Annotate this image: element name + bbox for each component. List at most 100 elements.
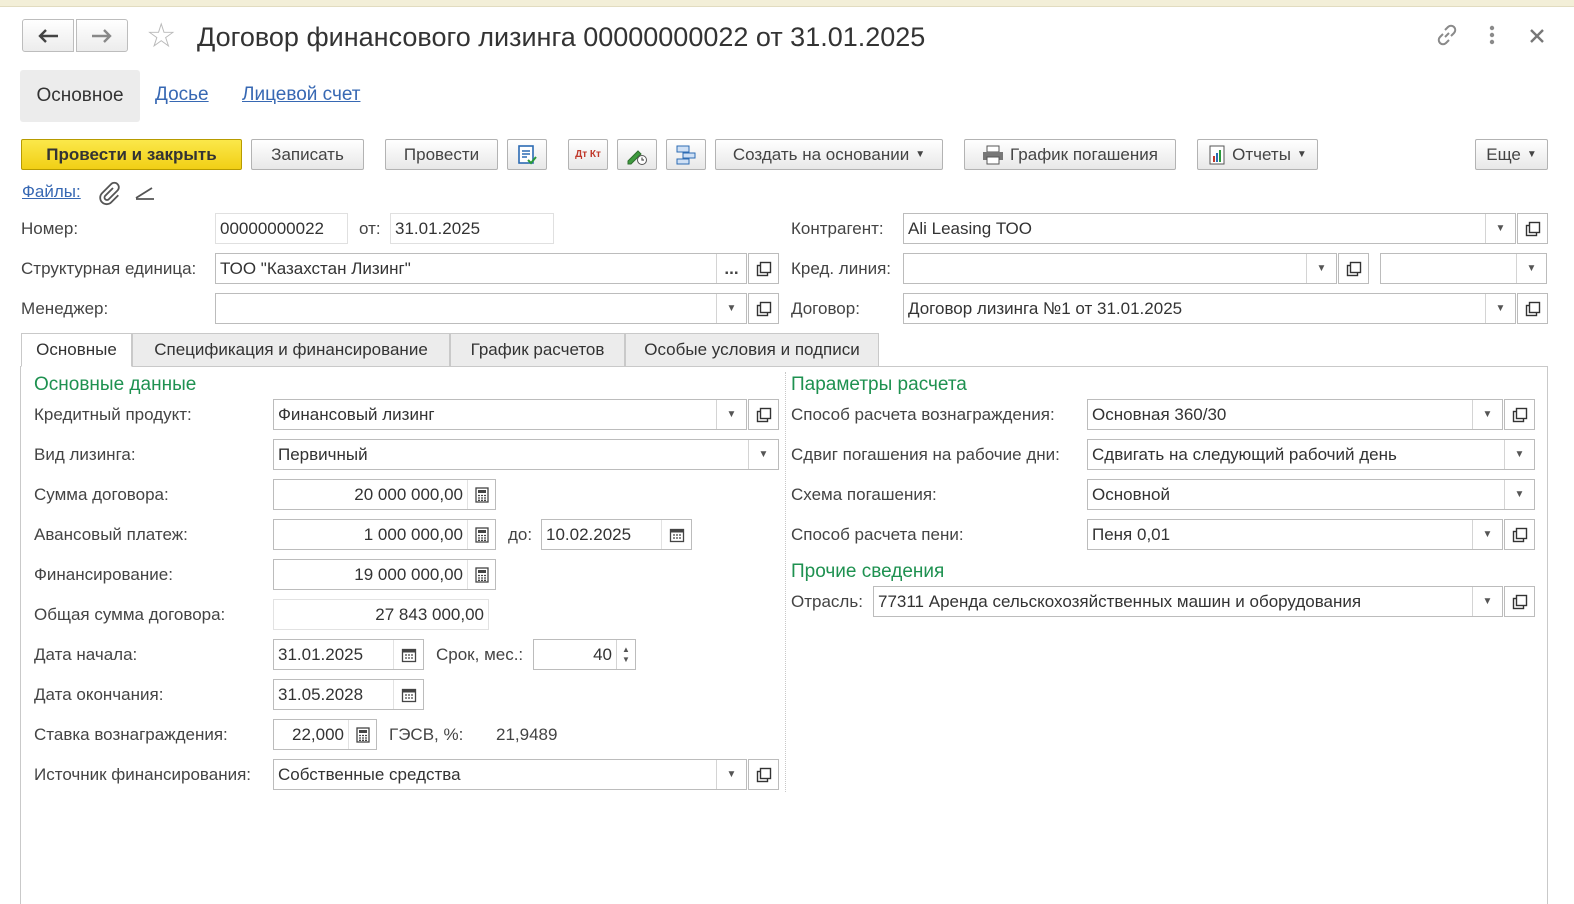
industry-label: Отрасль: <box>791 592 863 611</box>
dropdown-arrow-icon[interactable]: ▼ <box>1472 587 1502 616</box>
manager-field[interactable]: ▼ <box>215 293 747 324</box>
term-value: 40 <box>593 644 612 664</box>
source-value: Собственные средства <box>278 764 461 784</box>
tab-main[interactable]: Основные <box>21 333 132 367</box>
source-field[interactable]: Собственные средства ▼ <box>273 759 747 790</box>
contract-sum-field[interactable]: 20 000 000,00 <box>273 479 496 510</box>
structure-button[interactable] <box>666 139 706 170</box>
doc-action-button[interactable] <box>507 139 547 170</box>
credit-line-field[interactable]: ▼ <box>903 253 1337 284</box>
penalty-label: Способ расчета пени: <box>791 525 964 544</box>
contract-open-button[interactable] <box>1517 293 1548 324</box>
dropdown-arrow-icon[interactable]: ▼ <box>1485 294 1515 323</box>
files-link[interactable]: Файлы: <box>22 182 81 202</box>
post-button[interactable]: Провести <box>385 139 498 170</box>
term-stepper[interactable]: ▲ ▼ <box>616 640 635 669</box>
advance-field[interactable]: 1 000 000,00 <box>273 519 496 550</box>
credit-product-open-button[interactable] <box>748 399 779 430</box>
dropdown-arrow-icon[interactable]: ▼ <box>748 440 778 469</box>
dropdown-arrow-icon[interactable]: ▼ <box>1504 480 1534 509</box>
edit-history-button[interactable] <box>617 139 657 170</box>
calendar-icon[interactable] <box>393 640 423 669</box>
unit-value: ТОО "Казахстан Лизинг" <box>220 258 411 278</box>
dropdown-arrow-icon[interactable]: ▼ <box>716 294 746 323</box>
star-icon[interactable]: ☆ <box>146 18 176 54</box>
dropdown-arrow-icon[interactable]: ▼ <box>1472 520 1502 549</box>
contract-field[interactable]: Договор лизинга №1 от 31.01.2025 ▼ <box>903 293 1516 324</box>
unit-open-button[interactable] <box>748 253 779 284</box>
penalty-open-button[interactable] <box>1504 519 1535 550</box>
penalty-value: Пеня 0,01 <box>1092 524 1171 544</box>
rate-field[interactable]: 22,000 <box>273 719 377 750</box>
advance-until-field[interactable]: 10.02.2025 <box>541 519 692 550</box>
repayment-schedule-button[interactable]: График погашения <box>964 139 1176 170</box>
shift-field[interactable]: Сдвигать на следующий рабочий день ▼ <box>1087 439 1535 470</box>
unit-label: Структурная единица: <box>21 259 197 278</box>
dropdown-arrow-icon[interactable]: ▼ <box>1504 440 1534 469</box>
advance-until-value: 10.02.2025 <box>546 524 632 544</box>
industry-open-button[interactable] <box>1504 586 1535 617</box>
financing-field[interactable]: 19 000 000,00 <box>273 559 496 590</box>
dropdown-arrow-icon[interactable]: ▼ <box>1306 254 1336 283</box>
more-label: Еще <box>1486 144 1521 164</box>
calculator-icon[interactable] <box>467 520 495 549</box>
unit-field[interactable]: ТОО "Казахстан Лизинг" ... <box>215 253 747 284</box>
create-based-on-button[interactable]: Создать на основании ▼ <box>715 139 943 170</box>
dropdown-arrow-icon[interactable]: ▼ <box>1485 214 1515 243</box>
calendar-icon[interactable] <box>661 520 691 549</box>
open-icon <box>1512 407 1527 422</box>
tab-special-conditions[interactable]: Особые условия и подписи <box>625 333 879 367</box>
credit-product-field[interactable]: Финансовый лизинг ▼ <box>273 399 747 430</box>
dropdown-arrow-icon[interactable]: ▼ <box>1472 400 1502 429</box>
dropdown-arrow-icon[interactable]: ▼ <box>716 400 746 429</box>
credit-line-open-button[interactable] <box>1338 253 1369 284</box>
tab-specification[interactable]: Спецификация и финансирование <box>132 333 450 367</box>
dropdown-arrow-icon[interactable]: ▼ <box>1516 254 1546 283</box>
penalty-field[interactable]: Пеня 0,01 ▼ <box>1087 519 1503 550</box>
calculator-icon[interactable] <box>467 560 495 589</box>
more-vert-icon[interactable] <box>1482 22 1502 55</box>
select-ellipsis-button[interactable]: ... <box>716 254 746 283</box>
open-icon <box>1525 221 1540 236</box>
source-open-button[interactable] <box>748 759 779 790</box>
save-button[interactable]: Записать <box>251 139 364 170</box>
lease-type-field[interactable]: Первичный ▼ <box>273 439 779 470</box>
tab-payment-schedule[interactable]: График расчетов <box>450 333 625 367</box>
calendar-icon[interactable] <box>393 680 423 709</box>
start-date-field[interactable]: 31.01.2025 <box>273 639 424 670</box>
date-field[interactable]: 31.01.2025 <box>390 213 554 244</box>
calc-method-label: Способ расчета вознаграждения: <box>791 405 1055 424</box>
manager-open-button[interactable] <box>748 293 779 324</box>
counterparty-open-button[interactable] <box>1517 213 1548 244</box>
term-field[interactable]: 40 ▲ ▼ <box>533 639 636 670</box>
dt-kt-button[interactable]: Дт Кт <box>568 139 608 170</box>
link-icon[interactable] <box>1434 22 1460 55</box>
reports-button[interactable]: Отчеты ▼ <box>1197 139 1318 170</box>
close-icon[interactable] <box>1526 22 1548 55</box>
number-value: 00000000022 <box>220 218 325 238</box>
calc-method-open-button[interactable] <box>1504 399 1535 430</box>
dropdown-arrow-icon[interactable]: ▼ <box>716 760 746 789</box>
main-section-title: Основные данные <box>34 374 197 395</box>
end-date-field[interactable]: 31.05.2028 <box>273 679 424 710</box>
scheme-field[interactable]: Основной ▼ <box>1087 479 1535 510</box>
open-icon <box>1346 261 1361 276</box>
manager-label: Менеджер: <box>21 299 109 318</box>
industry-field[interactable]: 77311 Аренда сельскохозяйственных машин … <box>873 586 1503 617</box>
back-button[interactable] <box>22 19 74 52</box>
post-and-close-button[interactable]: Провести и закрыть <box>21 139 242 170</box>
calculator-icon[interactable] <box>467 480 495 509</box>
tab-personal-account[interactable]: Лицевой счет <box>242 84 360 106</box>
more-button[interactable]: Еще ▼ <box>1475 139 1548 170</box>
tab-dosie[interactable]: Досье <box>155 84 209 106</box>
calculator-icon[interactable] <box>348 720 376 749</box>
credit-line-extra-field[interactable]: ▼ <box>1380 253 1547 284</box>
number-field[interactable]: 00000000022 <box>215 213 348 244</box>
counterparty-field[interactable]: Ali Leasing ТОО ▼ <box>903 213 1516 244</box>
tab-osnovnoe[interactable]: Основное <box>20 70 140 122</box>
paperclip-icon[interactable] <box>96 180 122 211</box>
calc-method-field[interactable]: Основная 360/30 ▼ <box>1087 399 1503 430</box>
rate-value: 22,000 <box>292 724 344 744</box>
forward-button[interactable] <box>76 19 128 52</box>
pen-icon[interactable] <box>134 182 158 209</box>
